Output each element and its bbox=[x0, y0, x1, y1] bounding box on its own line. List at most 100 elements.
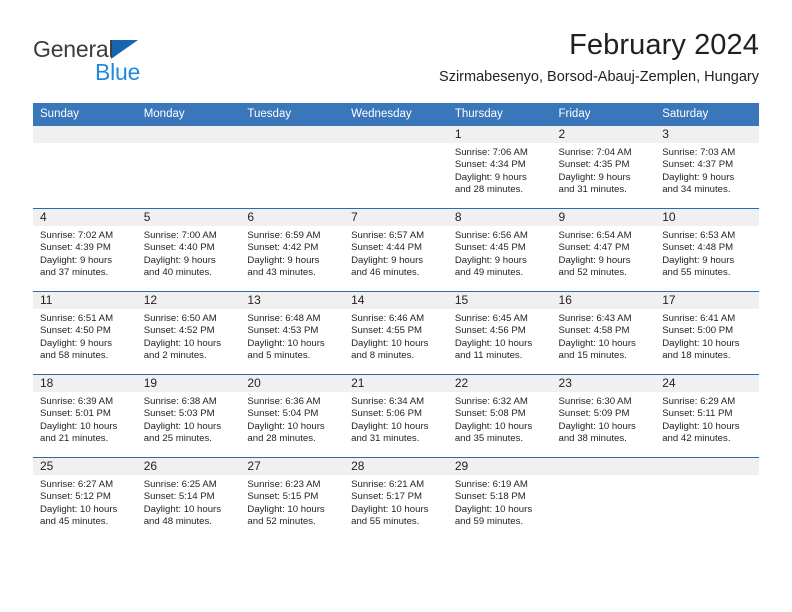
sunset-text: Sunset: 5:12 PM bbox=[40, 491, 111, 503]
calendar-empty-cell bbox=[240, 126, 345, 209]
day-details: Sunrise: 7:04 AM Sunset: 4:35 PM Daylight:… bbox=[552, 143, 656, 197]
daylight-text-line1: Daylight: 10 hours bbox=[351, 420, 429, 432]
daylight-text-line1: Daylight: 10 hours bbox=[454, 420, 533, 432]
sunset-text: Sunset: 5:04 PM bbox=[247, 408, 319, 420]
sunrise-text: Sunrise: 7:04 AM bbox=[558, 147, 632, 158]
calendar-day-cell[interactable]: 27 Sunrise: 6:23 AM Sunset: 5:15 PM Dayligh… bbox=[240, 457, 345, 540]
daylight-text-line2: and 46 minutes. bbox=[351, 267, 420, 279]
sunrise-text: Sunrise: 6:39 AM bbox=[40, 396, 114, 407]
calendar-empty-cell bbox=[344, 126, 448, 209]
sunset-text: Sunset: 5:18 PM bbox=[454, 491, 526, 503]
calendar-day-cell[interactable]: 8 Sunrise: 6:56 AM Sunset: 4:45 PM Daylight… bbox=[447, 208, 552, 292]
day-number bbox=[551, 458, 656, 475]
day-number: 16 bbox=[551, 292, 656, 309]
daylight-text-line2: and 28 minutes. bbox=[454, 184, 524, 196]
sunset-text: Sunset: 4:34 PM bbox=[454, 159, 526, 171]
daylight-text-line2: and 49 minutes. bbox=[454, 267, 524, 279]
day-details bbox=[33, 143, 137, 147]
calendar-day-cell[interactable]: 17 Sunrise: 6:41 AM Sunset: 5:00 PM Dayligh… bbox=[655, 291, 759, 375]
calendar-day-cell[interactable]: 20 Sunrise: 6:36 AM Sunset: 5:04 PM Dayligh… bbox=[240, 374, 345, 458]
day-details: Sunrise: 6:54 AM Sunset: 4:47 PM Daylight:… bbox=[552, 226, 656, 280]
day-number: 23 bbox=[551, 375, 656, 392]
day-details: Sunrise: 6:59 AM Sunset: 4:42 PM Daylight:… bbox=[240, 226, 344, 280]
calendar-day-cell[interactable]: 2 Sunrise: 7:04 AM Sunset: 4:35 PM Daylight… bbox=[551, 126, 656, 209]
sunrise-text: Sunrise: 6:38 AM bbox=[143, 396, 217, 407]
calendar-day-cell[interactable]: 11 Sunrise: 6:51 AM Sunset: 4:50 PM Dayligh… bbox=[33, 291, 137, 375]
calendar-day-cell[interactable]: 14 Sunrise: 6:46 AM Sunset: 4:55 PM Dayligh… bbox=[344, 291, 448, 375]
calendar-day-cell[interactable]: 26 Sunrise: 6:25 AM Sunset: 5:14 PM Dayligh… bbox=[136, 457, 241, 540]
sunrise-text: Sunrise: 6:21 AM bbox=[351, 479, 425, 490]
day-number: 11 bbox=[33, 292, 137, 309]
sunrise-text: Sunrise: 7:02 AM bbox=[40, 230, 114, 241]
day-details bbox=[552, 475, 656, 479]
day-details: Sunrise: 6:48 AM Sunset: 4:53 PM Daylight:… bbox=[240, 309, 344, 363]
daylight-text-line2: and 25 minutes. bbox=[143, 433, 212, 445]
calendar-day-cell[interactable]: 24 Sunrise: 6:29 AM Sunset: 5:11 PM Dayligh… bbox=[655, 374, 759, 458]
daylight-text-line1: Daylight: 10 hours bbox=[40, 503, 118, 515]
calendar-day-cell[interactable]: 21 Sunrise: 6:34 AM Sunset: 5:06 PM Dayligh… bbox=[344, 374, 448, 458]
sunset-text: Sunset: 4:45 PM bbox=[454, 242, 526, 254]
sunset-text: Sunset: 4:42 PM bbox=[247, 242, 319, 254]
calendar-day-cell[interactable]: 13 Sunrise: 6:48 AM Sunset: 4:53 PM Dayligh… bbox=[240, 291, 345, 375]
day-number bbox=[344, 126, 448, 143]
sunset-text: Sunset: 4:50 PM bbox=[40, 325, 111, 337]
sunrise-text: Sunrise: 6:30 AM bbox=[558, 396, 632, 407]
day-details: Sunrise: 6:56 AM Sunset: 4:45 PM Daylight:… bbox=[448, 226, 552, 280]
daylight-text-line1: Daylight: 10 hours bbox=[558, 337, 636, 349]
calendar-day-cell[interactable]: 1 Sunrise: 7:06 AM Sunset: 4:34 PM Daylight… bbox=[447, 126, 552, 209]
sunrise-text: Sunrise: 6:27 AM bbox=[40, 479, 114, 490]
calendar-day-cell[interactable]: 28 Sunrise: 6:21 AM Sunset: 5:17 PM Dayligh… bbox=[344, 457, 448, 540]
calendar-week-row: 18 Sunrise: 6:39 AM Sunset: 5:01 PM Dayligh… bbox=[33, 374, 759, 458]
daylight-text-line2: and 15 minutes. bbox=[558, 350, 627, 362]
sunrise-text: Sunrise: 6:29 AM bbox=[662, 396, 736, 407]
daylight-text-line2: and 40 minutes. bbox=[143, 267, 212, 279]
day-number: 13 bbox=[240, 292, 345, 309]
calendar-day-cell[interactable]: 29 Sunrise: 6:19 AM Sunset: 5:18 PM Dayligh… bbox=[447, 457, 552, 540]
day-number: 26 bbox=[136, 458, 241, 475]
calendar-day-cell[interactable]: 19 Sunrise: 6:38 AM Sunset: 5:03 PM Dayligh… bbox=[136, 374, 241, 458]
day-number: 27 bbox=[240, 458, 345, 475]
calendar-week-row: 4 Sunrise: 7:02 AM Sunset: 4:39 PM Daylight… bbox=[33, 208, 759, 292]
weekday-header-friday: Friday bbox=[551, 103, 656, 126]
daylight-text-line1: Daylight: 10 hours bbox=[662, 420, 740, 432]
calendar-day-cell[interactable]: 7 Sunrise: 6:57 AM Sunset: 4:44 PM Daylight… bbox=[344, 208, 448, 292]
calendar-day-cell[interactable]: 25 Sunrise: 6:27 AM Sunset: 5:12 PM Dayligh… bbox=[33, 457, 137, 540]
sunset-text: Sunset: 4:37 PM bbox=[662, 159, 734, 171]
calendar-day-cell[interactable]: 6 Sunrise: 6:59 AM Sunset: 4:42 PM Daylight… bbox=[240, 208, 345, 292]
day-number: 21 bbox=[344, 375, 448, 392]
daylight-text-line2: and 52 minutes. bbox=[247, 516, 316, 528]
calendar-day-cell[interactable]: 23 Sunrise: 6:30 AM Sunset: 5:09 PM Dayligh… bbox=[551, 374, 656, 458]
logo-text-blue: Blue bbox=[95, 59, 141, 85]
weekday-header-monday: Monday bbox=[136, 103, 241, 126]
calendar-day-cell[interactable]: 22 Sunrise: 6:32 AM Sunset: 5:08 PM Dayligh… bbox=[447, 374, 552, 458]
calendar-day-cell[interactable]: 4 Sunrise: 7:02 AM Sunset: 4:39 PM Daylight… bbox=[33, 208, 137, 292]
daylight-text-line1: Daylight: 9 hours bbox=[40, 337, 112, 349]
calendar-day-cell[interactable]: 12 Sunrise: 6:50 AM Sunset: 4:52 PM Dayligh… bbox=[136, 291, 241, 375]
general-blue-logo[interactable]: General Blue bbox=[33, 37, 263, 93]
day-number bbox=[33, 126, 137, 143]
daylight-text-line2: and 37 minutes. bbox=[40, 267, 109, 279]
daylight-text-line2: and 42 minutes. bbox=[662, 433, 731, 445]
calendar-day-cell[interactable]: 3 Sunrise: 7:03 AM Sunset: 4:37 PM Daylight… bbox=[655, 126, 759, 209]
calendar-empty-cell bbox=[655, 457, 759, 540]
calendar-day-cell[interactable]: 15 Sunrise: 6:45 AM Sunset: 4:56 PM Dayligh… bbox=[447, 291, 552, 375]
calendar-day-cell[interactable]: 18 Sunrise: 6:39 AM Sunset: 5:01 PM Dayligh… bbox=[33, 374, 137, 458]
daylight-text-line1: Daylight: 10 hours bbox=[40, 420, 118, 432]
calendar-day-cell[interactable]: 5 Sunrise: 7:00 AM Sunset: 4:40 PM Daylight… bbox=[136, 208, 241, 292]
calendar-empty-cell bbox=[551, 457, 656, 540]
day-details bbox=[655, 475, 759, 479]
daylight-text-line1: Daylight: 9 hours bbox=[40, 254, 112, 266]
sunrise-text: Sunrise: 6:48 AM bbox=[247, 313, 321, 324]
daylight-text-line1: Daylight: 10 hours bbox=[558, 420, 636, 432]
calendar-day-cell[interactable]: 10 Sunrise: 6:53 AM Sunset: 4:48 PM Dayligh… bbox=[655, 208, 759, 292]
daylight-text-line2: and 55 minutes. bbox=[662, 267, 731, 279]
weekday-header-sunday: Sunday bbox=[33, 103, 137, 126]
daylight-text-line1: Daylight: 9 hours bbox=[558, 254, 631, 266]
daylight-text-line1: Daylight: 10 hours bbox=[247, 503, 325, 515]
daylight-text-line2: and 28 minutes. bbox=[247, 433, 316, 445]
weekday-header-thursday: Thursday bbox=[447, 103, 552, 126]
day-details bbox=[344, 143, 448, 147]
calendar-day-cell[interactable]: 9 Sunrise: 6:54 AM Sunset: 4:47 PM Daylight… bbox=[551, 208, 656, 292]
calendar-day-cell[interactable]: 16 Sunrise: 6:43 AM Sunset: 4:58 PM Dayligh… bbox=[551, 291, 656, 375]
sunset-text: Sunset: 4:44 PM bbox=[351, 242, 423, 254]
